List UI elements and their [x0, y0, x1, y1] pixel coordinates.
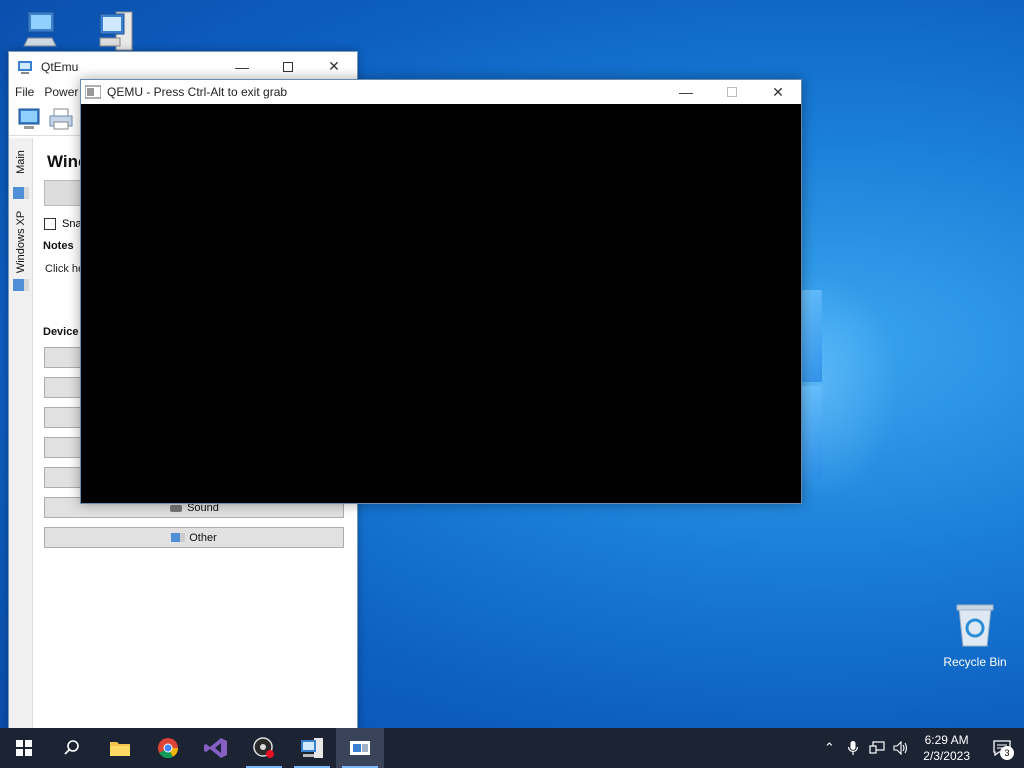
- qemu-maximize-button[interactable]: [709, 80, 755, 104]
- system-tray: ⌃ 6:29 AM 2/3/2023 3: [817, 728, 1024, 768]
- tab-windows-xp[interactable]: Windows XP: [12, 208, 30, 276]
- devices-heading: Device: [43, 326, 79, 338]
- speaker-icon: [893, 741, 908, 755]
- taskbar-file-explorer[interactable]: [96, 728, 144, 768]
- desktop-icon-recycle-bin[interactable]: Recycle Bin: [940, 602, 1010, 669]
- qemu-close-button[interactable]: ✕: [755, 80, 801, 104]
- qtemu-desktop-icon: [99, 11, 133, 51]
- chevron-up-icon: ⌃: [823, 740, 835, 755]
- menu-file[interactable]: File: [15, 85, 34, 99]
- windows-logo-pane: [802, 290, 822, 382]
- qemu-window[interactable]: QEMU - Press Ctrl-Alt to exit grab — ✕: [80, 79, 802, 504]
- qtemu-taskbar-icon: [301, 738, 323, 758]
- taskbar-visual-studio[interactable]: [192, 728, 240, 768]
- network-button[interactable]: [865, 728, 889, 768]
- qemu-minimize-button[interactable]: —: [663, 80, 709, 104]
- qemu-taskbar-icon: [350, 741, 370, 755]
- taskbar-qtemu[interactable]: [288, 728, 336, 768]
- notification-count-badge: 3: [1000, 746, 1014, 760]
- start-button[interactable]: [0, 728, 48, 768]
- windows-start-icon: [16, 740, 32, 756]
- snapshot-checkbox[interactable]: Sna: [44, 218, 82, 230]
- volume-button[interactable]: [889, 728, 913, 768]
- close-icon: ✕: [772, 83, 784, 100]
- taskbar: ⌃ 6:29 AM 2/3/2023 3: [0, 728, 1024, 768]
- taskbar-qemu[interactable]: [336, 728, 384, 768]
- taskbar-obs[interactable]: [240, 728, 288, 768]
- qtemu-app-icon: [18, 60, 32, 74]
- desktop-icon-computer[interactable]: [10, 8, 70, 55]
- network-icon: [869, 741, 885, 754]
- close-icon: ✕: [328, 58, 340, 74]
- recycle-bin-label: Recycle Bin: [943, 655, 1007, 669]
- vertical-tab-bar: Main Windows XP: [9, 138, 33, 729]
- notes-heading: Notes: [43, 240, 74, 252]
- maximize-icon: [283, 61, 293, 72]
- search-button[interactable]: [48, 728, 96, 768]
- qemu-title: QEMU - Press Ctrl-Alt to exit grab: [107, 85, 288, 99]
- snapshot-label: Sna: [62, 218, 82, 230]
- printer-icon[interactable]: [48, 107, 74, 131]
- other-device-button[interactable]: Other: [44, 527, 344, 548]
- other-device-icon: [171, 532, 186, 542]
- qtemu-titlebar[interactable]: QtEmu — ✕: [9, 52, 357, 81]
- recording-app-icon: [253, 737, 274, 758]
- maximize-button[interactable]: [265, 52, 311, 81]
- qemu-app-icon: [85, 85, 101, 99]
- new-machine-icon[interactable]: [16, 107, 42, 131]
- visual-studio-icon: [204, 738, 227, 758]
- minimize-icon: —: [235, 58, 249, 75]
- main-tab-icon: [13, 187, 29, 199]
- qtemu-title: QtEmu: [41, 59, 79, 74]
- action-center-button[interactable]: 3: [980, 728, 1024, 768]
- qemu-titlebar[interactable]: QEMU - Press Ctrl-Alt to exit grab — ✕: [81, 80, 801, 104]
- checkbox-box[interactable]: [44, 218, 56, 230]
- minimize-icon: —: [679, 84, 693, 100]
- notes-text[interactable]: Click he: [45, 263, 84, 275]
- microphone-icon: [848, 741, 859, 755]
- clock[interactable]: 6:29 AM 2/3/2023: [913, 732, 980, 764]
- desktop-icon-qtemu[interactable]: [84, 8, 144, 55]
- tab-main[interactable]: Main: [12, 142, 30, 182]
- taskbar-chrome[interactable]: [144, 728, 192, 768]
- minimize-button[interactable]: —: [219, 52, 265, 81]
- search-icon: [64, 740, 79, 755]
- chrome-icon: [158, 738, 179, 759]
- recycle-bin-icon: [956, 604, 994, 647]
- close-button[interactable]: ✕: [311, 52, 357, 81]
- qemu-display[interactable]: [81, 104, 801, 503]
- computer-icon: [23, 11, 57, 47]
- clock-date: 2/3/2023: [923, 749, 970, 763]
- windows-xp-tab-icon: [13, 279, 29, 291]
- clock-time: 6:29 AM: [924, 733, 969, 747]
- microphone-button[interactable]: [841, 728, 865, 768]
- show-hidden-icons-button[interactable]: ⌃: [817, 728, 841, 768]
- menu-power[interactable]: Power: [44, 85, 78, 99]
- windows-logo-pane: [802, 386, 822, 478]
- folder-icon: [110, 742, 130, 756]
- maximize-icon: [727, 87, 737, 97]
